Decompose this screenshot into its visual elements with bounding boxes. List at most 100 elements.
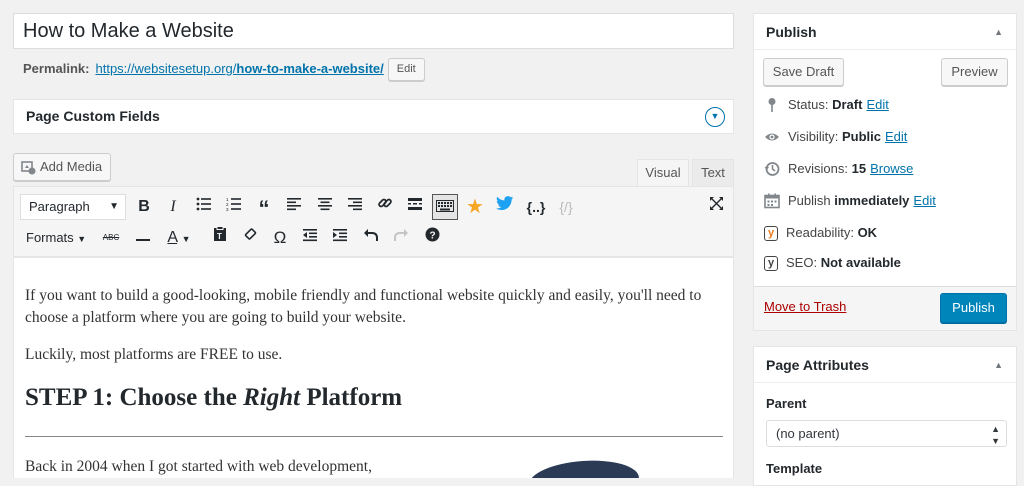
svg-text:3: 3 — [226, 207, 229, 211]
bullet-list-icon[interactable] — [191, 194, 217, 220]
yoast-readability-icon: y — [764, 225, 778, 241]
chevron-down-icon[interactable]: ▼ — [705, 107, 725, 127]
content-paragraph: Luckily, most platforms are FREE to use. — [25, 346, 283, 363]
special-character-icon[interactable]: Ω — [267, 225, 293, 251]
visibility-label: Visibility: — [788, 129, 839, 144]
heading-part: Platform — [300, 384, 403, 411]
undo-icon[interactable] — [358, 225, 384, 251]
star-icon[interactable]: ★ — [462, 194, 488, 220]
revisions-label: Revisions: — [788, 161, 848, 176]
publish-button[interactable]: Publish — [940, 293, 1007, 323]
publish-date-row: Publish immediately Edit — [764, 191, 936, 211]
code-slash-icon[interactable]: {/} — [553, 194, 579, 220]
heading-part: STEP 1: Choose the — [25, 384, 244, 411]
editor-content[interactable]: If you want to build a good-looking, mob… — [13, 257, 734, 478]
publish-actions: Move to Trash Publish — [754, 286, 1016, 330]
permalink-edit-button[interactable]: Edit — [387, 57, 425, 81]
media-icon — [21, 159, 37, 185]
permalink-base: https://websitesetup.org/ — [95, 61, 237, 76]
link-icon[interactable] — [372, 194, 398, 220]
paragraph-format-select[interactable]: Paragraph ▼ — [20, 194, 126, 220]
preview-button[interactable]: Preview — [941, 58, 1008, 86]
outdent-icon[interactable] — [297, 225, 323, 251]
readability-label: Readability: — [786, 225, 854, 240]
strikethrough-icon[interactable]: ABC — [98, 225, 124, 251]
move-to-trash-link[interactable]: Move to Trash — [764, 299, 846, 314]
page-attributes-box: Page Attributes ▲ Parent (no parent) ▲ ▼ … — [753, 346, 1017, 486]
revisions-browse-link[interactable]: Browse — [870, 159, 913, 179]
svg-text:T: T — [217, 232, 222, 241]
revisions-value: 15 — [851, 161, 867, 176]
content-paragraph: If you want to build a good-looking, mob… — [25, 287, 702, 326]
paste-text-icon[interactable]: T — [207, 225, 233, 251]
tab-visual[interactable]: Visual — [637, 159, 689, 186]
collapse-arrow-icon[interactable]: ▲ — [994, 14, 1003, 50]
revisions-row: Revisions: 15 Browse — [764, 159, 913, 179]
add-media-button[interactable]: Add Media — [13, 153, 111, 181]
calendar-icon — [764, 193, 780, 209]
readability-row: y Readability: OK — [764, 223, 877, 243]
toolbar-row-1: Paragraph ▼ B I 123 “ ★ {..} {/} — [14, 192, 733, 222]
publish-box-header[interactable]: Publish ▲ — [754, 14, 1016, 50]
permalink-link[interactable]: https://websitesetup.org/how-to-make-a-w… — [95, 58, 383, 80]
visibility-edit-link[interactable]: Edit — [885, 127, 907, 147]
collapse-arrow-icon[interactable]: ▲ — [994, 347, 1003, 383]
redo-icon[interactable] — [388, 225, 414, 251]
italic-icon[interactable]: I — [160, 194, 186, 220]
twitter-icon[interactable] — [492, 194, 518, 220]
yoast-seo-icon: y — [764, 255, 778, 271]
formats-dropdown[interactable]: Formats ▼ — [26, 225, 86, 251]
toolbar-toggle-icon[interactable] — [432, 194, 458, 220]
save-draft-button[interactable]: Save Draft — [763, 58, 844, 86]
help-icon[interactable]: ? — [419, 225, 445, 251]
align-left-icon[interactable] — [281, 194, 307, 220]
fullscreen-icon[interactable] — [703, 194, 729, 220]
seo-row: y SEO: Not available — [764, 253, 901, 273]
blockquote-icon[interactable]: “ — [251, 194, 277, 221]
history-icon — [764, 161, 780, 177]
code-icon[interactable]: {..} — [523, 194, 549, 220]
permalink-label: Permalink: — [23, 61, 90, 76]
visibility-value: Public — [841, 129, 881, 144]
content-image — [527, 457, 641, 478]
add-media-label: Add Media — [40, 159, 103, 174]
parent-select-value: (no parent) — [776, 426, 840, 441]
status-edit-link[interactable]: Edit — [866, 95, 888, 115]
page-custom-fields-box[interactable]: Page Custom Fields ▼ — [13, 99, 734, 134]
page-custom-fields-title: Page Custom Fields — [26, 108, 160, 124]
page-attributes-header[interactable]: Page Attributes ▲ — [754, 347, 1016, 383]
status-row: Status: Draft Edit — [764, 95, 889, 115]
caret-down-icon: ▼ — [77, 234, 87, 244]
bold-icon[interactable]: B — [131, 194, 157, 220]
tab-text[interactable]: Text — [692, 159, 734, 186]
text-color-icon[interactable]: A ▼ — [160, 225, 198, 251]
editor-toolbar: Paragraph ▼ B I 123 “ ★ {..} {/} Formats… — [13, 186, 734, 257]
publish-date-edit-link[interactable]: Edit — [913, 191, 935, 211]
align-center-icon[interactable] — [312, 194, 338, 220]
formats-label: Formats — [26, 230, 74, 245]
eraser-icon[interactable] — [237, 225, 263, 251]
read-more-icon[interactable] — [402, 194, 428, 220]
parent-label: Parent — [766, 396, 807, 411]
svg-text:?: ? — [429, 231, 435, 242]
paragraph-format-value: Paragraph — [29, 199, 90, 214]
template-label: Template — [766, 461, 823, 476]
post-title-input[interactable]: How to Make a Website — [13, 13, 734, 49]
heading-emphasis: Right — [243, 384, 301, 411]
content-heading: STEP 1: Choose the Right Platform — [25, 384, 402, 412]
permalink-row: Permalink: https://websitesetup.org/how-… — [23, 57, 425, 81]
horizontal-line-icon[interactable] — [130, 225, 156, 251]
status-value: Draft — [832, 97, 863, 112]
content-divider — [25, 436, 723, 437]
eye-icon — [764, 129, 780, 145]
seo-label: SEO: — [786, 255, 818, 270]
publish-box-title: Publish — [766, 24, 817, 40]
parent-select[interactable]: (no parent) ▲ ▼ — [766, 420, 1007, 447]
status-label: Status: — [788, 97, 829, 112]
numbered-list-icon[interactable]: 123 — [221, 194, 247, 220]
content-paragraph: Back in 2004 when I got started with web… — [25, 458, 372, 475]
seo-value: Not available — [820, 255, 901, 270]
pin-icon — [764, 97, 780, 113]
indent-icon[interactable] — [327, 225, 353, 251]
align-right-icon[interactable] — [342, 194, 368, 220]
